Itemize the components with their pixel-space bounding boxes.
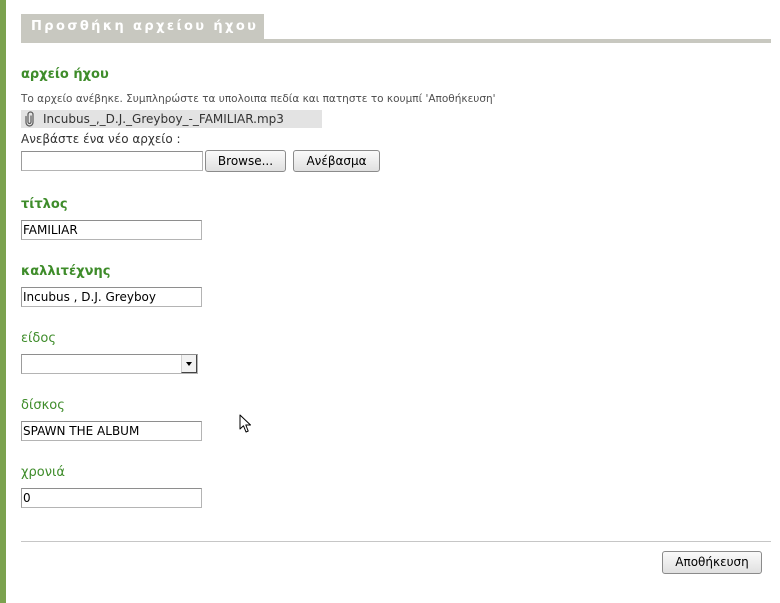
album-field: δίσκος — [21, 398, 221, 442]
page-title: Προσθήκη αρχείου ήχου — [21, 14, 265, 39]
upload-new-file-label: Ανεβάστε ένα νέο αρχείο : — [21, 132, 181, 146]
uploaded-file-chip: Incubus_,_D.J._Greyboy_-_FAMILIAR.mp3 — [21, 110, 322, 128]
mouse-pointer-icon — [239, 414, 251, 433]
mouse-pointer-shape — [239, 414, 251, 433]
year-field: χρονιά — [21, 465, 221, 509]
artist-input[interactable] — [21, 287, 202, 307]
genre-select[interactable] — [21, 354, 198, 374]
upload-button[interactable]: Ανέβασμα — [293, 150, 380, 172]
browse-button[interactable]: Browse... — [205, 150, 286, 172]
upload-status-message: Το αρχείο ανέβηκε. Συμπληρώστε τα υπολοι… — [21, 93, 496, 105]
paperclip-icon — [25, 111, 34, 127]
album-input[interactable] — [21, 421, 202, 441]
form-footer-divider — [21, 541, 771, 542]
album-label: δίσκος — [21, 398, 65, 413]
header-divider — [21, 39, 771, 43]
paperclip-shape — [25, 111, 34, 127]
audio-file-label: αρχείο ήχου — [21, 67, 109, 82]
artist-label: καλλιτέχνης — [21, 264, 111, 279]
title-input[interactable] — [21, 220, 202, 240]
left-accent-bar — [0, 0, 6, 603]
artist-field: καλλιτέχνης — [21, 264, 221, 308]
save-button[interactable]: Αποθήκευση — [662, 551, 762, 574]
year-input[interactable] — [21, 488, 202, 508]
uploaded-file-name: Incubus_,_D.J._Greyboy_-_FAMILIAR.mp3 — [43, 112, 284, 126]
year-label: χρονιά — [21, 465, 65, 480]
file-path-input[interactable] — [21, 151, 203, 171]
title-field: τίτλος — [21, 197, 221, 241]
title-label: τίτλος — [21, 197, 68, 212]
genre-field: είδος — [21, 331, 221, 375]
genre-label: είδος — [21, 331, 56, 346]
